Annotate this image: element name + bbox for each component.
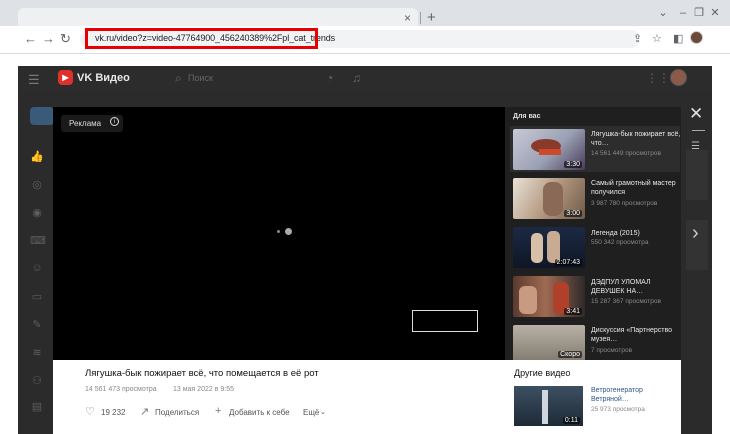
recommendation-item[interactable]: 3:41 ДЭДПУЛ УЛОМАЛ ДЕВУШЕК НА… 15 287 36… <box>510 274 680 320</box>
music-icon[interactable]: ♫ <box>352 71 361 85</box>
screenshot-root: × + ⌄ – ❐ ✕ ← → ↻ vk.ru/video?z=video-47… <box>0 0 730 434</box>
sidebar-active-item[interactable] <box>30 107 54 125</box>
video-thumbnail[interactable]: 3:41 <box>513 276 585 317</box>
recommendation-views: 14 561 449 просмотров <box>591 150 661 157</box>
minimize-player-icon[interactable]: — <box>692 122 705 137</box>
thumbnail-art <box>531 233 543 263</box>
other-video-thumbnail[interactable]: 0:11 <box>514 386 583 426</box>
close-modal-icon[interactable]: ✕ <box>689 104 703 124</box>
target-icon[interactable]: ◎ <box>30 178 44 192</box>
video-duration: 3:30 <box>564 161 582 168</box>
user-avatar[interactable] <box>670 69 687 86</box>
recommendation-title[interactable]: Лягушка-бык пожирает всё, что… <box>591 130 681 148</box>
recommendation-title[interactable]: Легенда (2015) <box>591 229 681 238</box>
video-thumbnail[interactable]: 3:30 <box>513 129 585 170</box>
tab-search-icon[interactable]: ⌄ <box>656 6 670 20</box>
thumbnail-art <box>542 390 548 424</box>
video-duration: 3:41 <box>564 308 582 315</box>
recommendation-title[interactable]: ДЭДПУЛ УЛОМАЛ ДЕВУШЕК НА… <box>591 278 681 296</box>
more-button[interactable]: Ещё <box>303 408 319 417</box>
chevron-right-icon[interactable]: › <box>692 222 699 245</box>
vk-brand-title[interactable]: VK Видео <box>77 72 130 84</box>
menu-icon[interactable]: ☰ <box>28 72 40 88</box>
feed-icon[interactable]: ≋ <box>30 346 44 360</box>
recommendation-views: 550 342 просмотра <box>591 239 649 246</box>
video-thumbnail[interactable]: 3:00 <box>513 178 585 219</box>
recommendation-title[interactable]: Дискуссия «Партнерство музея… <box>591 326 680 344</box>
tab-close-icon[interactable]: × <box>404 11 411 25</box>
profile-avatar[interactable] <box>690 31 703 44</box>
ball-icon[interactable]: ◉ <box>30 206 44 220</box>
video-date: 13 мая 2022 в 9:55 <box>173 386 234 393</box>
restore-icon[interactable]: ❐ <box>692 6 706 20</box>
tv-icon[interactable]: ▭ <box>30 290 44 304</box>
thumbnail-art <box>539 149 561 155</box>
heart-icon[interactable]: ♡ <box>85 405 95 418</box>
loading-spinner <box>285 228 292 235</box>
people-icon[interactable]: ⚇ <box>30 374 44 388</box>
other-videos-title: Другие видео <box>514 368 571 378</box>
share-button[interactable]: Поделиться <box>155 408 199 417</box>
video-thumbnail[interactable]: Скоро <box>513 325 585 360</box>
share-page-icon[interactable]: ⇪ <box>633 32 642 45</box>
other-video-views: 25 973 просмотра <box>591 406 645 413</box>
recommendation-views: 15 287 367 просмотров <box>591 298 661 305</box>
video-duration: 3:00 <box>564 210 582 217</box>
archive-icon[interactable]: ▤ <box>30 400 44 414</box>
browser-tab[interactable] <box>18 8 418 26</box>
share-icon[interactable]: ↗ <box>140 405 149 418</box>
recommendation-title[interactable]: Самый грамотный мастер получился <box>591 179 681 197</box>
info-icon[interactable]: i <box>110 117 119 126</box>
video-duration: Скоро <box>558 351 582 358</box>
video-thumbnail[interactable]: 2:07:43 <box>513 227 585 268</box>
playlist-icon[interactable]: ☰ <box>691 141 700 152</box>
other-video-title[interactable]: Ветрогенератор Ветряной… <box>591 386 661 404</box>
back-arrow-icon[interactable]: ← <box>24 31 37 46</box>
video-title: Лягушка-бык пожирает всё, что помещается… <box>85 368 319 379</box>
video-duration: 0:11 <box>562 417 580 424</box>
recommendation-views: 7 просмотров <box>591 347 633 354</box>
forward-arrow-icon[interactable]: → <box>42 31 55 46</box>
chevron-down-icon[interactable]: ⌄ <box>320 408 326 416</box>
plus-icon[interactable]: + <box>215 405 221 417</box>
video-duration: 2:07:43 <box>554 259 582 266</box>
loading-spinner <box>277 230 280 233</box>
thumbnail-art <box>519 286 537 314</box>
reload-icon[interactable]: ↻ <box>60 31 71 47</box>
recommendation-item[interactable]: Скоро Дискуссия «Партнерство музея… 7 пр… <box>510 323 680 360</box>
apps-grid-icon[interactable]: ⋮⋮ <box>646 71 670 85</box>
gamepad-icon[interactable]: ⌨ <box>30 234 46 248</box>
thumbnail-art <box>543 182 563 216</box>
recommendation-item[interactable]: 3:30 Лягушка-бык пожирает всё, что… 14 5… <box>510 126 680 172</box>
vk-logo-icon[interactable]: ▶ <box>58 70 73 85</box>
bookmark-star-icon[interactable]: ☆ <box>652 32 662 45</box>
recommendation-views: 3 987 780 просмотров <box>591 200 658 207</box>
ad-skip-button[interactable] <box>412 310 478 332</box>
add-to-mine-button[interactable]: Добавить к себе <box>229 408 290 417</box>
smile-icon[interactable]: ☺ <box>30 262 44 276</box>
new-tab-button[interactable]: + <box>427 9 436 26</box>
side-panel-icon[interactable]: ◧ <box>673 32 683 45</box>
minimize-icon[interactable]: – <box>676 6 690 20</box>
recommendation-item[interactable]: 2:07:43 Легенда (2015) 550 342 просмотра <box>510 225 680 271</box>
tab-separator <box>420 12 421 24</box>
bell-icon[interactable]: ◔ <box>326 71 333 85</box>
page-edge-block <box>686 150 708 200</box>
paint-icon[interactable]: ✎ <box>30 318 44 332</box>
url-highlight-box <box>85 28 318 49</box>
search-input[interactable]: Поиск <box>188 73 213 83</box>
ad-label: Реклама <box>69 119 102 128</box>
window-close-icon[interactable]: ✕ <box>708 6 722 20</box>
recommendation-item[interactable]: 3:00 Самый грамотный мастер получился 3 … <box>510 176 680 222</box>
recommendations-title: Для вас <box>513 113 541 120</box>
video-views: 14 561 473 просмотра <box>85 386 157 393</box>
likes-count[interactable]: 19 232 <box>101 408 125 417</box>
like-icon[interactable]: 👍 <box>30 150 44 164</box>
search-icon[interactable]: ⌕ <box>175 71 182 86</box>
